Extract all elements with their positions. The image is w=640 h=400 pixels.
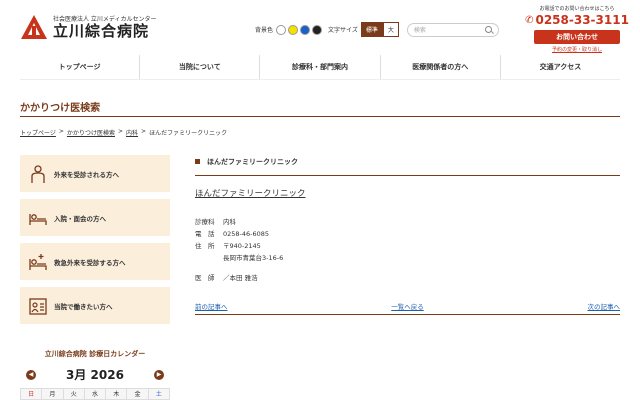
contact-box: お電話でのお問い合わせはこちら ✆ 0258-33-3111 お問い合わせ 予約… [525,5,629,53]
inquiry-button[interactable]: お問い合わせ [534,30,620,44]
bg-blue-swatch[interactable] [300,24,311,35]
font-size-label: 文字サイズ [328,27,358,34]
accessibility-tools: 背景色 文字サイズ 標準 大 検索 [255,22,499,37]
hospital-name: 立川綜合病院 [53,22,150,40]
title-divider [20,116,620,117]
emergency-bed-icon [29,253,47,270]
nav-departments[interactable]: 診療科・部門案内 [260,55,381,79]
next-article-link[interactable]: 次の記事へ [588,301,621,311]
side-menu: 外来を受診される方へ 入院・面会の方へ 救急外来を受診する方へ 当院で働きたい方… [20,155,170,331]
weekday-tue: 火 [62,388,84,400]
clinic-name-link[interactable]: ほんだファミリークリニック [195,187,306,199]
breadcrumb-current: ほんだファミリークリニック [149,130,228,137]
address-row: 住 所 〒940-2145 [195,242,261,250]
calendar-weekdays: 日 月 火 水 木 金 土 [20,388,170,400]
search-input[interactable]: 検索 [406,22,499,37]
global-nav: トップページ 当院について 診療科・部門案内 医療関係者の方へ 交通アクセス [20,55,620,80]
weekday-sun: 日 [20,388,42,400]
section-divider [195,175,620,176]
weekday-thu: 木 [105,388,127,400]
bg-color-label: 背景色 [255,27,274,34]
breadcrumb-separator: > [117,128,124,135]
phone-number[interactable]: ✆ 0258-33-3111 [525,13,629,27]
calendar-title: 立川綜合病院 診療日カレンダー [44,350,146,358]
logo-mark-icon [21,15,47,39]
back-to-list-link[interactable]: 一覧へ戻る [391,301,424,311]
bg-yellow-swatch[interactable] [288,24,299,35]
nav-about[interactable]: 当院について [140,55,261,79]
breadcrumb-internal-medicine[interactable]: 内科 [126,128,138,137]
prev-article-link[interactable]: 前の記事へ [195,301,228,311]
calendar-nav: ◀ 3月 2026 ▶ [20,366,170,383]
inpatient-bed-icon [29,213,47,225]
section-heading: ほんだファミリークリニック [195,153,620,170]
font-size-standard-button[interactable]: 標準 [360,22,383,37]
clinic-info: 診療科 内科 電 話 0258-46-6085 住 所 〒940-2145 長岡… [195,216,620,284]
nav-access[interactable]: 交通アクセス [501,55,620,79]
breadcrumb-separator: > [141,128,147,135]
search-icon[interactable] [484,26,492,33]
breadcrumb-doctor-search[interactable]: かかりつけ医検索 [67,128,115,137]
weekday-mon: 月 [41,388,63,400]
calendar-prev-icon[interactable]: ◀ [26,369,36,380]
tel-row: 電 話 0258-46-6085 [195,230,270,238]
contact-note: お電話でのお問い合わせはこちら [539,6,615,12]
bg-white-swatch[interactable] [276,24,287,35]
doctor-row: 医 師 ／本田 雅浩 [195,274,258,282]
job-board-icon [29,297,47,315]
address-line: 長岡市青葉台3-16-6 [223,254,284,262]
phone-icon: ✆ [525,14,534,26]
page-title: かかりつけ医検索 [20,103,101,114]
weekday-sat: 土 [147,388,170,400]
reserve-change-link[interactable]: 予約の変更・取り消し [534,46,620,53]
calendar-month: 3月 2026 [66,368,124,382]
breadcrumb: トップページ > かかりつけ医検索 > 内科 > ほんだファミリークリニック [20,128,227,137]
weekday-wed: 水 [83,388,106,400]
calendar-next-icon[interactable]: ▶ [154,369,164,380]
nav-medical-professionals[interactable]: 医療関係者の方へ [381,55,501,79]
side-outpatient-button[interactable]: 外来を受診される方へ [20,155,170,192]
nav-top[interactable]: トップページ [20,55,141,79]
breadcrumb-separator: > [58,128,64,135]
side-emergency-button[interactable]: 救急外来を受診する方へ [20,243,170,280]
search-placeholder: 検索 [413,27,426,34]
side-inpatient-button[interactable]: 入院・面会の方へ [20,199,170,236]
section-marker [195,159,200,164]
pager-divider [195,314,620,315]
side-recruit-button[interactable]: 当院で働きたい方へ [20,287,170,324]
outpatient-icon [31,164,45,183]
bg-black-swatch[interactable] [312,24,323,35]
font-size-large-button[interactable]: 大 [382,22,399,37]
weekday-fri: 金 [126,388,148,400]
dept-row: 診療科 内科 [195,218,236,226]
article-pager: 前の記事へ 一覧へ戻る 次の記事へ [195,301,620,311]
clinic-detail: ほんだファミリークリニック ほんだファミリークリニック 診療科 内科 電 話 0… [195,153,620,284]
hospital-logo[interactable]: 社会医療法人 立川メディカルセンター 立川綜合病院 [20,14,157,40]
breadcrumb-top[interactable]: トップページ [20,128,56,137]
